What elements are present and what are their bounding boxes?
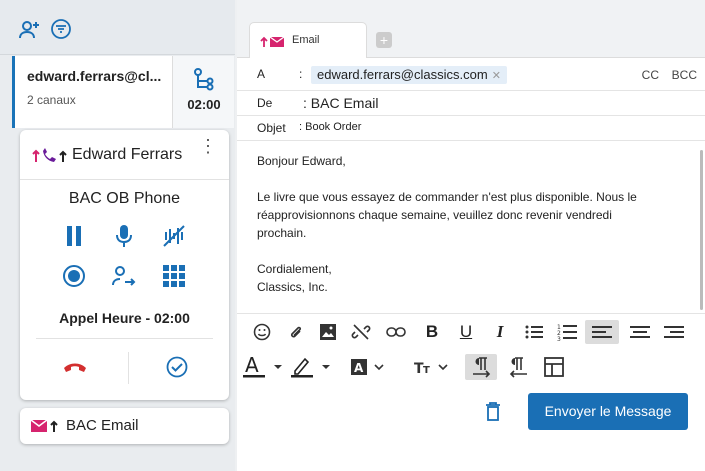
divider xyxy=(36,338,213,339)
record-icon[interactable] xyxy=(61,263,87,289)
timer-box: 02:00 xyxy=(172,56,234,128)
remove-recipient-icon[interactable]: ✕ xyxy=(492,70,501,82)
divider xyxy=(237,313,705,314)
dtmf-disabled-icon[interactable] xyxy=(161,223,187,249)
link-icon[interactable] xyxy=(385,321,407,343)
image-icon[interactable] xyxy=(317,321,339,343)
font-color-icon[interactable]: A xyxy=(243,355,287,378)
from-row: De : BAC Email xyxy=(237,91,705,116)
highlight-icon[interactable] xyxy=(291,356,335,378)
svg-text:T: T xyxy=(423,365,430,376)
italic-icon[interactable]: I xyxy=(489,321,511,343)
body-line: réapprovisionnons chaque semaine, veuill… xyxy=(257,208,612,222)
background-color-icon[interactable]: A xyxy=(349,356,391,378)
svg-text:A: A xyxy=(354,361,364,375)
body-signature: Classics, Inc. xyxy=(257,280,328,294)
outbound-phone-icon xyxy=(32,146,68,171)
more-menu-icon[interactable]: ⋮ xyxy=(199,137,217,155)
body-line: prochain. xyxy=(257,226,307,240)
underline-icon[interactable]: U xyxy=(455,321,477,343)
transfer-icon[interactable] xyxy=(111,263,137,289)
filter-icon[interactable] xyxy=(50,18,74,42)
email-interaction-item[interactable]: BAC Email xyxy=(20,408,229,444)
svg-text:3: 3 xyxy=(557,336,561,341)
attachment-icon[interactable] xyxy=(285,321,307,343)
bcc-button[interactable]: BCC xyxy=(672,68,697,82)
phone-call-card: Edward Ferrars ⋮ BAC OB Phone Appel Heur… xyxy=(20,130,229,400)
body-greeting: Bonjour Edward, xyxy=(257,154,346,168)
bold-icon[interactable]: B xyxy=(421,321,443,343)
body-line: Le livre que vous essayez de commander n… xyxy=(257,190,637,204)
recipient-address: edward.ferrars@classics.com xyxy=(317,67,488,82)
microphone-icon[interactable] xyxy=(111,223,137,249)
align-right-icon[interactable] xyxy=(663,321,685,343)
subject-field[interactable]: : Book Order xyxy=(299,121,361,133)
email-composer: Email + A : edward.ferrars@classics.com ✕… xyxy=(237,0,705,471)
separator-colon: : xyxy=(299,67,303,81)
tab-email[interactable]: Email xyxy=(249,22,367,58)
interaction-panel: edward.ferrars@cl... 2 canaux 02:00 Edwa… xyxy=(0,0,235,471)
add-contact-icon[interactable] xyxy=(18,18,42,42)
divider xyxy=(128,352,129,384)
add-tab-button[interactable]: + xyxy=(376,32,392,48)
contact-card[interactable]: edward.ferrars@cl... 2 canaux 02:00 xyxy=(12,56,234,128)
keypad-icon[interactable] xyxy=(161,263,187,289)
delete-draft-icon[interactable] xyxy=(485,401,501,426)
from-label: De xyxy=(257,96,273,110)
contact-address: edward.ferrars@cl... xyxy=(27,68,162,84)
font-size-icon[interactable]: TT xyxy=(413,356,455,378)
cc-button[interactable]: CC xyxy=(642,68,659,82)
contact-timer: 02:00 xyxy=(187,97,221,112)
body-scrollbar[interactable] xyxy=(700,150,703,310)
outbound-email-icon xyxy=(260,35,288,53)
complete-check-icon[interactable] xyxy=(166,356,188,383)
rtl-direction-icon[interactable] xyxy=(507,356,531,378)
body-closing: Cordialement, xyxy=(257,262,332,276)
email-queue-label: BAC Email xyxy=(66,417,139,434)
align-left-icon[interactable] xyxy=(585,320,619,344)
emoji-icon[interactable] xyxy=(251,321,273,343)
pause-icon[interactable] xyxy=(61,223,87,249)
svg-text:A: A xyxy=(245,355,259,377)
align-center-icon[interactable] xyxy=(629,321,651,343)
phone-card-header: Edward Ferrars ⋮ xyxy=(20,130,229,180)
bullet-list-icon[interactable] xyxy=(523,321,545,343)
phone-queue: BAC OB Phone xyxy=(68,190,181,207)
message-body[interactable]: Bonjour Edward, Le livre que vous essaye… xyxy=(257,152,687,296)
hangup-icon[interactable] xyxy=(62,358,88,379)
recipient-chip[interactable]: edward.ferrars@classics.com ✕ xyxy=(311,66,507,84)
to-row: A : edward.ferrars@classics.com ✕ CC BCC xyxy=(237,58,705,91)
send-message-button[interactable]: Envoyer le Message xyxy=(528,393,688,430)
outbound-email-icon xyxy=(30,419,62,438)
unlink-icon[interactable] xyxy=(350,321,372,343)
subject-row: Objet : Book Order xyxy=(237,116,705,141)
tab-bar: Email + xyxy=(237,0,705,58)
channels-tree-icon xyxy=(193,68,215,97)
caller-name: Edward Ferrars xyxy=(72,146,183,163)
numbered-list-icon[interactable]: 123 xyxy=(556,321,578,343)
channel-count: 2 canaux xyxy=(27,93,76,107)
subject-label: Objet xyxy=(257,121,286,135)
tab-label: Email xyxy=(292,34,320,46)
from-value[interactable]: : BAC Email xyxy=(303,95,378,111)
to-label: A xyxy=(257,67,266,81)
table-icon[interactable] xyxy=(542,356,566,378)
ltr-direction-icon[interactable] xyxy=(465,354,497,380)
panel-toolbar xyxy=(0,0,235,55)
call-time-label: Appel Heure - 02:00 xyxy=(59,310,190,326)
